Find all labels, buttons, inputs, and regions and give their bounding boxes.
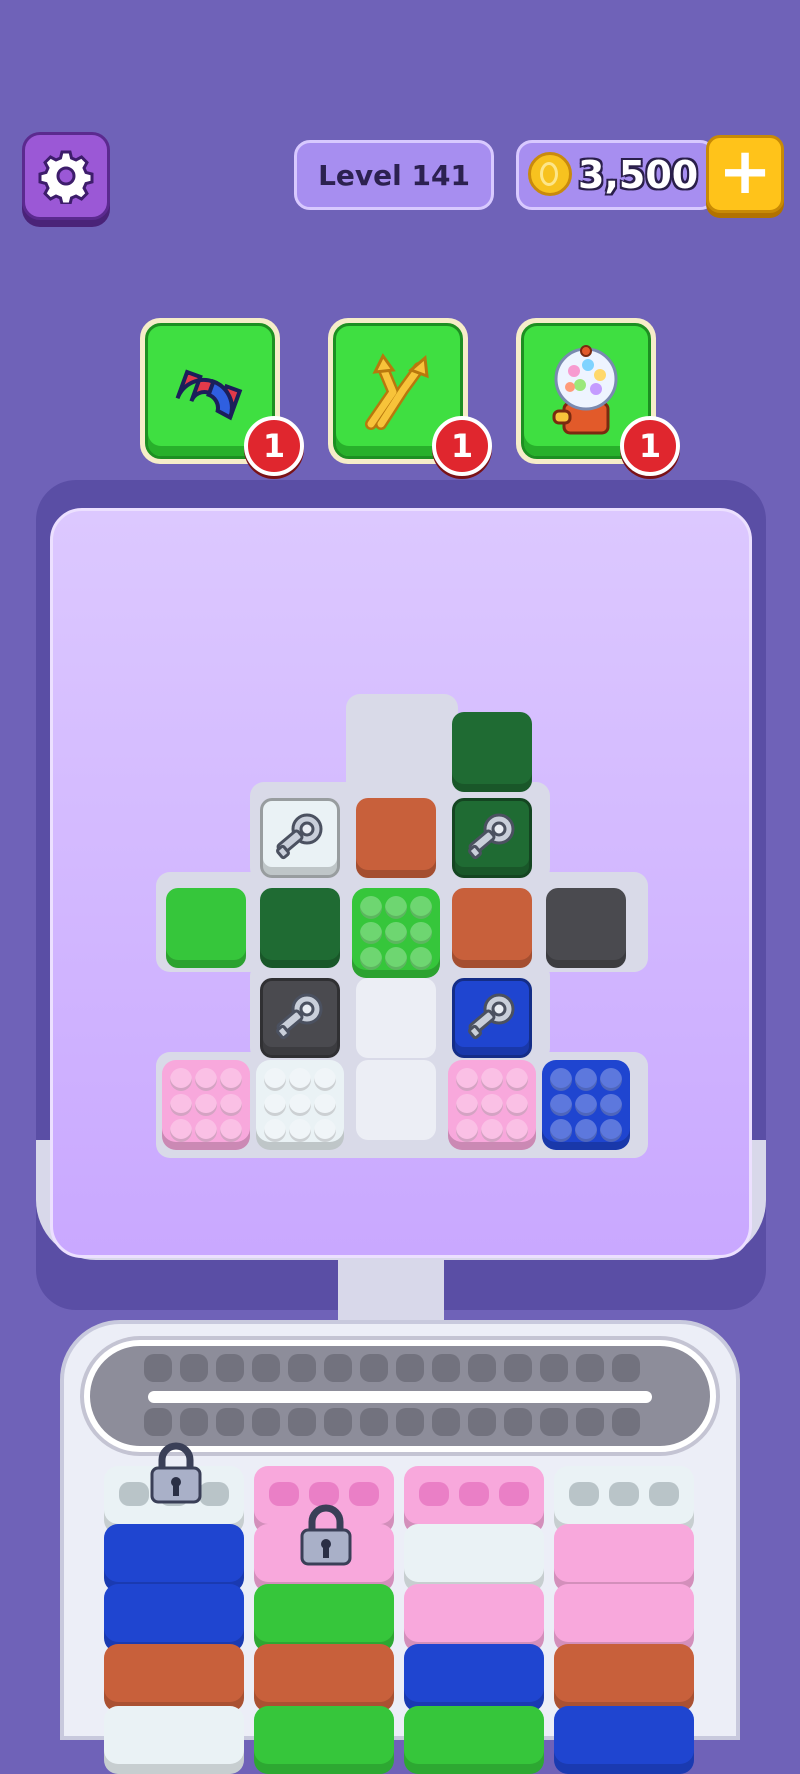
slab-green xyxy=(254,1584,394,1652)
slab-pink xyxy=(554,1584,694,1652)
slab-pink xyxy=(404,1584,544,1652)
slab-blue xyxy=(104,1524,244,1592)
slab-green xyxy=(404,1706,544,1774)
slab-green xyxy=(254,1706,394,1774)
slab-white xyxy=(104,1706,244,1774)
tube-area xyxy=(0,0,800,1774)
slab-blue xyxy=(554,1706,694,1774)
slab-blue xyxy=(404,1644,544,1712)
lock-icon xyxy=(296,1504,356,1566)
slab-orange xyxy=(254,1644,394,1712)
slab-white xyxy=(404,1524,544,1592)
slab-blue xyxy=(104,1584,244,1652)
slab-orange xyxy=(554,1644,694,1712)
slab-pink xyxy=(554,1524,694,1592)
lock-icon xyxy=(146,1442,206,1504)
slab-orange xyxy=(104,1644,244,1712)
